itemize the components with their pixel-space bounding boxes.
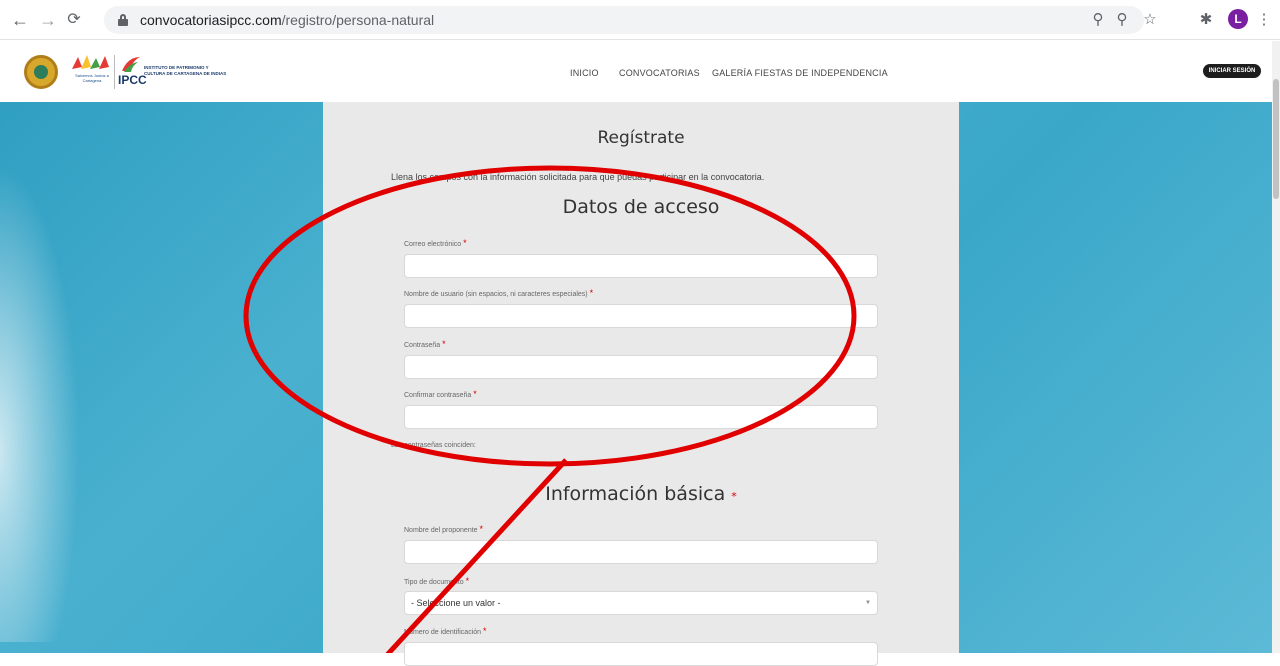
id-number-field[interactable]	[404, 642, 878, 666]
url-host: convocatoriasipcc.com	[140, 12, 282, 28]
required-mark: *	[473, 389, 477, 399]
email-field[interactable]	[404, 254, 878, 278]
ipcc-name: INSTITUTO DE PATRIMONIO Y CULTURA DE CAR…	[144, 65, 227, 76]
menu-icon[interactable]: ⋮	[1254, 10, 1274, 30]
username-field[interactable]	[404, 304, 878, 328]
site-header: Salvemos Juntos a Cartagena IPCC INSTITU…	[0, 41, 1280, 102]
proponent-label-text: Nombre del proponente	[404, 527, 478, 534]
password-label-text: Contraseña	[404, 342, 441, 349]
required-mark: *	[465, 576, 470, 586]
password-match-text: Las contraseñas coinciden:	[391, 442, 476, 449]
email-label-text: Correo electrónico	[404, 241, 462, 248]
registration-form: Regístrate Llena los campos con la infor…	[323, 102, 959, 666]
confirm-password-label-text: Confirmar contraseña	[404, 392, 472, 399]
required-mark: *	[463, 238, 467, 248]
ipcc-logo[interactable]: IPCC INSTITUTO DE PATRIMONIO Y CULTURA D…	[118, 55, 228, 89]
required-mark: *	[479, 524, 484, 534]
required-mark: *	[483, 626, 487, 636]
access-section-title: Datos de acceso	[562, 196, 720, 218]
form-title: Regístrate	[597, 128, 685, 148]
seal-logo-icon[interactable]	[24, 55, 58, 89]
star-icon[interactable]: ☆	[1140, 10, 1160, 30]
ipcc-mark-icon	[122, 57, 140, 72]
scrollbar-thumb[interactable]	[1273, 79, 1279, 199]
password-field[interactable]	[404, 355, 878, 379]
reload-icon[interactable]: ⟳	[64, 10, 84, 30]
url-path: /registro/persona-natural	[281, 12, 435, 28]
required-mark: *	[589, 288, 594, 298]
basic-section-text: Información básica	[545, 483, 726, 505]
logo-divider	[114, 55, 115, 89]
username-label-text: Nombre de usuario (sin espacios, ni cara…	[404, 291, 588, 298]
required-mark: *	[442, 339, 446, 349]
salvemos-logo-text: Salvemos Juntos a Cartagena	[75, 73, 109, 83]
doc-type-value: - Seleccione un valor -	[411, 598, 501, 608]
browser-toolbar: ← → ⟳ convocatoriasipcc.com/registro/per…	[0, 0, 1280, 40]
url-text: convocatoriasipcc.com/registro/persona-n…	[140, 12, 434, 28]
back-icon[interactable]: ←	[10, 10, 30, 30]
key-icon[interactable]: ⚲	[1088, 10, 1108, 30]
required-mark: *	[731, 490, 737, 503]
password-label: Contraseña *	[404, 339, 446, 349]
id-number-label: Número de identificación *	[404, 626, 487, 636]
doc-type-label: Tipo de documento *	[404, 576, 469, 586]
id-number-label-text: Número de identificación	[404, 629, 482, 636]
nav-galeria[interactable]: GALERÍA FIESTAS DE INDEPENDENCIA	[712, 68, 888, 78]
cloud-decoration	[0, 162, 80, 642]
colorful-marks-icon	[72, 55, 109, 69]
salvemos-logo[interactable]: Salvemos Juntos a Cartagena	[70, 55, 114, 89]
doc-type-label-text: Tipo de documento	[404, 579, 464, 586]
nav-convocatorias[interactable]: CONVOCATORIAS	[619, 68, 700, 78]
lock-icon[interactable]	[118, 14, 128, 26]
page-scrollbar[interactable]	[1272, 41, 1280, 653]
email-label: Correo electrónico *	[404, 238, 467, 248]
address-bar[interactable]: convocatoriasipcc.com/registro/persona-n…	[104, 6, 1144, 34]
forward-icon[interactable]: →	[38, 10, 58, 30]
chevron-down-icon: ▼	[865, 600, 871, 606]
basic-section-title: Información básica *	[323, 483, 959, 505]
extensions-icon[interactable]: ✱	[1196, 10, 1216, 30]
confirm-password-label: Confirmar contraseña *	[404, 389, 477, 399]
username-label: Nombre de usuario (sin espacios, ni cara…	[404, 288, 593, 298]
login-button[interactable]: INICIAR SESIÓN	[1203, 64, 1261, 78]
proponent-field[interactable]	[404, 540, 878, 564]
confirm-password-field[interactable]	[404, 405, 878, 429]
profile-avatar[interactable]: L	[1228, 9, 1248, 29]
proponent-label: Nombre del proponente *	[404, 524, 483, 534]
doc-type-select[interactable]: - Seleccione un valor - ▼	[404, 591, 878, 615]
form-intro: Llena los campos con la información soli…	[391, 172, 765, 182]
ipcc-short: IPCC	[118, 73, 147, 87]
zoom-icon[interactable]: ⚲	[1112, 10, 1132, 30]
nav-inicio[interactable]: INICIO	[570, 68, 599, 78]
